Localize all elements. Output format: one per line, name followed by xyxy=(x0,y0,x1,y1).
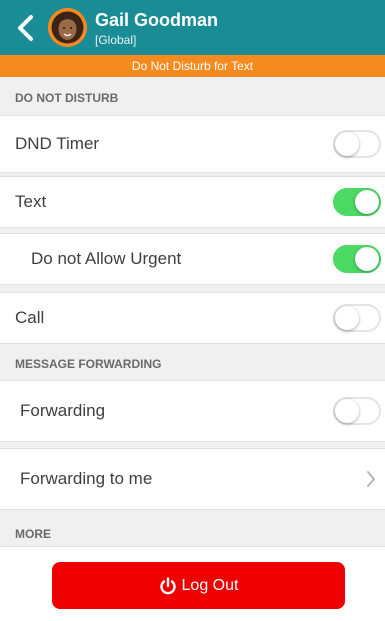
toggle-knob xyxy=(335,132,359,156)
toggle-knob xyxy=(355,247,379,271)
call-toggle[interactable] xyxy=(333,304,381,332)
section-header-forwarding: MESSAGE FORWARDING xyxy=(0,346,385,383)
contact-name: Gail Goodman xyxy=(95,10,219,30)
row-dnd-timer: DND Timer xyxy=(0,115,385,173)
toggle-knob xyxy=(335,306,359,330)
forwarding-to-me-label: Forwarding to me xyxy=(20,469,153,488)
dnd-timer-label: DND Timer xyxy=(15,134,100,153)
forwarding-label: Forwarding xyxy=(20,401,106,420)
text-toggle[interactable] xyxy=(333,188,381,216)
avatar[interactable] xyxy=(48,8,87,47)
row-do-not-allow-urgent: Do not Allow Urgent xyxy=(0,233,385,285)
text-label: Text xyxy=(15,192,47,211)
row-call: Call xyxy=(0,292,385,344)
header-bar: Gail Goodman [Global] xyxy=(0,0,385,55)
dnd-status-banner: Do Not Disturb for Text xyxy=(0,55,385,77)
do-not-allow-urgent-toggle[interactable] xyxy=(333,245,381,273)
back-chevron-icon[interactable] xyxy=(14,14,38,42)
row-forwarding-to-me[interactable]: Forwarding to me xyxy=(0,448,385,510)
avatar-portrait-icon xyxy=(48,8,87,47)
power-icon xyxy=(159,576,176,594)
forwarding-toggle[interactable] xyxy=(333,397,381,425)
chevron-right-icon xyxy=(367,471,375,487)
toggle-knob xyxy=(335,399,359,423)
call-label: Call xyxy=(15,308,45,327)
row-text: Text xyxy=(0,176,385,228)
contact-scope: [Global] xyxy=(95,33,137,47)
section-header-dnd: DO NOT DISTURB xyxy=(0,80,385,117)
row-forwarding: Forwarding xyxy=(0,380,385,442)
do-not-allow-urgent-label: Do not Allow Urgent xyxy=(31,249,182,268)
dnd-timer-toggle[interactable] xyxy=(333,130,381,158)
log-out-label: Log Out xyxy=(181,576,239,594)
log-out-button[interactable]: Log Out xyxy=(52,562,345,609)
toggle-knob xyxy=(355,190,379,214)
